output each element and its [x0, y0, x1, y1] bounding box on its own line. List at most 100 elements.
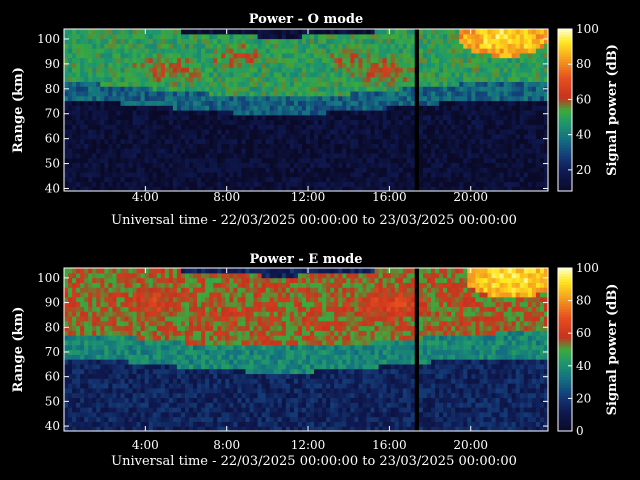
heatmap-cell [92, 330, 97, 336]
heatmap-cell [116, 315, 122, 322]
heatmap-cell [136, 119, 142, 125]
heatmap-cell [108, 119, 113, 125]
heatmap-cell [346, 71, 351, 78]
heatmap-cell [306, 76, 311, 83]
heatmap-cell [116, 29, 122, 35]
heatmap-cell [168, 105, 174, 111]
heatmap-cell [96, 33, 101, 40]
heatmap-cell [124, 152, 130, 159]
heatmap-cell [136, 363, 142, 370]
heatmap-cell [80, 378, 85, 384]
heatmap-cell [378, 90, 384, 97]
heatmap-cell [237, 43, 243, 49]
heatmap-cell [366, 71, 372, 78]
heatmap-cell [84, 67, 89, 73]
heatmap-cell [160, 181, 166, 187]
heatmap-cell [257, 148, 263, 154]
heatmap-cell [503, 129, 509, 135]
heatmap-cell [350, 167, 355, 173]
heatmap-cell [136, 43, 142, 49]
heatmap-cell [265, 52, 271, 59]
heatmap-cell [306, 71, 311, 78]
heatmap-cell [467, 133, 472, 140]
heatmap-cell [301, 67, 307, 73]
heatmap-cell [257, 57, 263, 63]
heatmap-cell [124, 402, 130, 408]
heatmap-cell [80, 124, 85, 130]
heatmap-cell [531, 138, 537, 144]
heatmap-cell [180, 29, 186, 35]
heatmap-cell [108, 76, 113, 83]
heatmap-cell [358, 67, 364, 73]
heatmap-cell [439, 124, 444, 130]
heatmap-cell [366, 143, 372, 149]
heatmap-cell [487, 105, 493, 111]
heatmap-cell [136, 378, 142, 384]
heatmap-cell [281, 86, 287, 92]
heatmap-cell [499, 171, 505, 178]
heatmap-cell [88, 62, 93, 68]
heatmap-cell [475, 167, 481, 173]
heatmap-cell [144, 143, 150, 149]
heatmap-cell [96, 411, 101, 418]
heatmap-cell [201, 86, 206, 92]
heatmap-cell [144, 287, 150, 293]
heatmap-cell [435, 38, 440, 44]
heatmap-cell [471, 57, 476, 63]
heatmap-cell [539, 143, 545, 149]
heatmap-cell [241, 62, 247, 68]
heatmap-cell [418, 176, 424, 183]
heatmap-cell [201, 162, 206, 168]
heatmap-cell [88, 110, 93, 116]
heatmap-cell [394, 71, 400, 78]
heatmap-cell [197, 100, 202, 106]
heatmap-cell [237, 114, 243, 121]
heatmap-cell [225, 143, 230, 149]
heatmap-cell [156, 71, 162, 78]
heatmap-cell [72, 335, 77, 341]
heatmap-cell [350, 62, 355, 68]
heatmap-cell [358, 171, 364, 178]
heatmap-cell [297, 38, 303, 44]
heatmap-cell [140, 152, 146, 159]
heatmap-cell [531, 33, 537, 40]
heatmap-cell [422, 62, 428, 68]
heatmap-cell [80, 296, 85, 303]
heatmap-cell [398, 76, 404, 83]
heatmap-cell [354, 67, 360, 73]
heatmap-cell [124, 301, 130, 307]
heatmap-cell [318, 33, 323, 40]
heatmap-cell [370, 71, 376, 78]
heatmap-cell [225, 76, 230, 83]
heatmap-cell [104, 282, 109, 288]
heatmap-cell [285, 110, 291, 116]
heatmap-cell [152, 133, 158, 140]
heatmap-cell [427, 38, 432, 44]
heatmap-cell [96, 383, 101, 389]
heatmap-cell [451, 157, 456, 164]
heatmap-cell [96, 397, 101, 403]
heatmap-cell [285, 157, 291, 164]
heatmap-cell [136, 354, 142, 360]
heatmap-cell [394, 167, 400, 173]
heatmap-cell [310, 76, 315, 83]
heatmap-cell [193, 52, 198, 59]
heatmap-cell [342, 95, 347, 102]
heatmap-cell [100, 315, 105, 322]
heatmap-cell [261, 124, 267, 130]
heatmap-cell [293, 148, 299, 154]
heatmap-cell [491, 29, 497, 35]
heatmap-cell [467, 90, 472, 97]
heatmap-cell [128, 421, 134, 427]
heatmap-cell [201, 171, 206, 178]
heatmap-cell [233, 57, 239, 63]
heatmap-cell [124, 363, 130, 370]
heatmap-cell [499, 33, 505, 40]
heatmap-cell [64, 287, 69, 293]
heatmap-cell [507, 33, 513, 40]
heatmap-cell [112, 325, 118, 331]
heatmap-cell [447, 43, 452, 49]
heatmap-cell [293, 167, 299, 173]
heatmap-cell [233, 33, 239, 40]
heatmap-cell [124, 311, 130, 317]
